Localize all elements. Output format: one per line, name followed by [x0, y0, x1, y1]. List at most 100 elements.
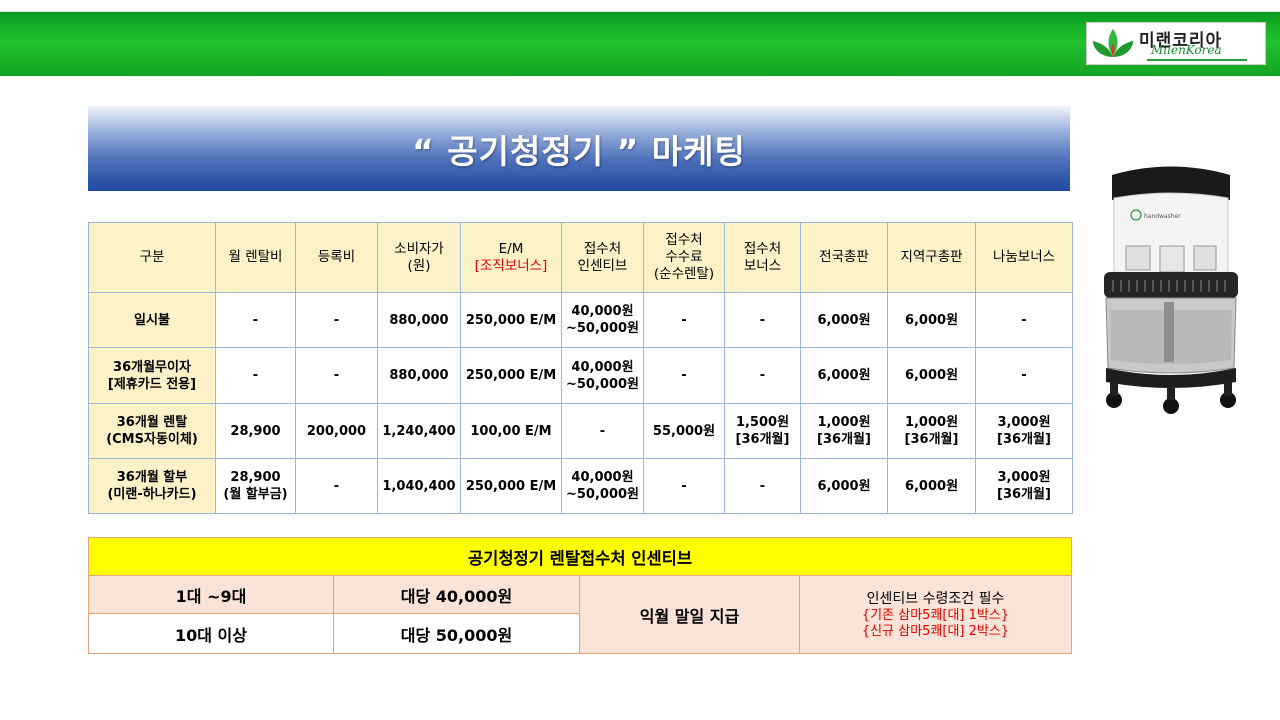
table-cell-line: -: [333, 312, 340, 328]
table-cell: -: [724, 347, 801, 404]
table-cell-line: 3,000원: [997, 470, 1051, 485]
table-cell-line: -: [681, 312, 687, 328]
table-cell-line: 55,000원: [652, 423, 716, 439]
air-purifier-image: handwasher: [1104, 166, 1238, 414]
table-header-row: 구분 월 렌탈비 등록비 소비자가 (원) E/M [조직보너스] 접수처 인센티브 접수처 수수료…: [88, 222, 1073, 293]
column-header-line: 접수처: [665, 232, 703, 248]
table-cell-line: -: [681, 478, 687, 494]
table-cell-line: 28,900: [230, 423, 281, 439]
table-cell: 250,000 E/M: [460, 292, 562, 348]
table-cell: -: [215, 347, 296, 404]
table-cell-line: [36개월]: [904, 432, 959, 447]
column-header-line: 보너스: [743, 257, 782, 274]
row-label-line: [제휴카드 전용]: [107, 376, 197, 392]
table-cell: -: [643, 292, 725, 348]
column-header: 접수처 수수료 (순수렌탈): [643, 222, 725, 293]
page-title: “ 공기청정기 ” 마케팅: [412, 131, 746, 171]
row-label-line: (미랜-하나카드): [107, 487, 197, 502]
column-header-line: 접수처: [743, 240, 782, 257]
table-cell: 1,500원 [36개월]: [724, 403, 801, 459]
table-cell-line: -: [333, 368, 340, 383]
table-cell-line: ~50,000원: [565, 487, 640, 502]
table-cell-line: 6,000원: [904, 368, 959, 383]
column-header: 지역구총판: [887, 222, 976, 293]
table-cell: 28,900: [215, 403, 296, 459]
column-header-line: 지역구총판: [900, 249, 963, 265]
row-label: 36개월 렌탈 (CMS자동이체): [88, 403, 216, 459]
table-cell-line: 6,000원: [904, 478, 959, 494]
column-header: 월 렌탈비: [215, 222, 296, 293]
table-cell: -: [643, 347, 725, 404]
row-label: 36개월무이자 [제휴카드 전용]: [88, 347, 216, 404]
column-header: 나눔보너스: [975, 222, 1073, 293]
table-row: 36개월 렌탈 (CMS자동이체) 28,900 200,000 1,240,400 10…: [88, 403, 1073, 459]
column-header-line: [조직보너스]: [474, 257, 548, 274]
table-cell: 40,000원 ~50,000원: [561, 292, 644, 348]
table-row: 일시불 - - 880,000 250,000 E/M 40,000원 ~50,000원 - -…: [88, 292, 1073, 348]
table-cell-line: 28,900: [230, 470, 281, 485]
logo-underline: [1147, 59, 1247, 61]
table-cell-line: 6,000원: [904, 312, 959, 328]
table-cell: -: [724, 458, 801, 514]
column-header-line: 소비자가: [394, 240, 444, 257]
table-cell-line: -: [759, 312, 766, 328]
product-brand-label: handwasher: [1144, 213, 1181, 220]
table-cell: 28,900 (월 할부금): [215, 458, 296, 514]
table-cell-line: [36개월]: [735, 432, 790, 447]
table-cell-line: 1,500원: [735, 415, 790, 430]
table-cell: 40,000원 ~50,000원: [561, 458, 644, 514]
table-cell: 3,000원 [36개월]: [975, 403, 1073, 459]
table-cell-line: 1,040,400: [382, 478, 456, 494]
row-label-line: (CMS자동이체): [106, 432, 198, 447]
column-header: E/M [조직보너스]: [460, 222, 562, 293]
table-cell: -: [561, 403, 644, 459]
table-cell-line: -: [1021, 312, 1027, 328]
table-cell-line: 880,000: [389, 368, 449, 383]
table-cell: 880,000: [377, 292, 461, 348]
leaf-logo-icon: [1093, 29, 1133, 57]
pricing-table: 구분 월 렌탈비 등록비 소비자가 (원) E/M [조직보너스] 접수처 인센티브 접수처 수수료…: [88, 222, 1073, 514]
table-cell-line: 100,00 E/M: [470, 423, 552, 439]
table-cell: 100,00 E/M: [460, 403, 562, 459]
table-cell: -: [295, 292, 378, 348]
table-row: 36개월무이자 [제휴카드 전용] - - 880,000 250,000 E/M 40,0…: [88, 347, 1073, 404]
incentive-payment: 익월 말일 지급: [579, 575, 800, 654]
table-cell-line: [36개월]: [817, 432, 871, 447]
table-cell-line: ~50,000원: [565, 376, 640, 392]
table-cell: 1,240,400: [377, 403, 461, 459]
table-cell-line: -: [681, 368, 687, 383]
table-cell: 1,000원 [36개월]: [800, 403, 888, 459]
table-cell-line: 40,000원: [571, 470, 634, 485]
table-cell: 55,000원: [643, 403, 725, 459]
title-banner: “ 공기청정기 ” 마케팅: [88, 106, 1070, 191]
table-cell-line: 6,000원: [817, 312, 871, 328]
row-label-line: 36개월 렌탈: [116, 415, 188, 430]
table-cell: 6,000원: [800, 347, 888, 404]
table-cell: 1,000원 [36개월]: [887, 403, 976, 459]
table-cell: -: [215, 292, 296, 348]
table-cell: -: [975, 347, 1073, 404]
column-header: 등록비: [295, 222, 378, 293]
table-cell-line: 1,000원: [904, 415, 959, 430]
table-cell-line: 6,000원: [817, 368, 871, 383]
table-cell: -: [295, 347, 378, 404]
table-cell-line: -: [759, 478, 766, 494]
table-cell: 40,000원 ~50,000원: [561, 347, 644, 404]
column-header-line: 등록비: [317, 249, 356, 265]
table-cell-line: 250,000 E/M: [465, 478, 557, 494]
condition-existing: {기존 삼마5쾌[대] 1박스}: [861, 607, 1010, 623]
column-header: 접수처 인센티브: [561, 222, 644, 293]
table-cell: -: [975, 292, 1073, 348]
column-header-line: E/M: [498, 240, 524, 257]
logo-english-text: MilenKorea: [1151, 43, 1222, 57]
table-cell-line: 1,000원: [817, 415, 871, 430]
table-cell-line: [36개월]: [997, 432, 1051, 447]
row-label-line: 36개월무이자: [113, 359, 191, 375]
column-header-line: 수수료: [665, 249, 703, 265]
table-cell: 6,000원: [800, 292, 888, 348]
incentive-table: 공기청정기 렌탈접수처 인센티브 1대 ~9대 대당 40,000원 익월 말일…: [87, 537, 1073, 654]
column-header: 소비자가 (원): [377, 222, 461, 293]
company-logo: 미랜코리아 MilenKorea: [1086, 22, 1266, 65]
table-cell: 6,000원: [800, 458, 888, 514]
table-cell: 250,000 E/M: [460, 458, 562, 514]
